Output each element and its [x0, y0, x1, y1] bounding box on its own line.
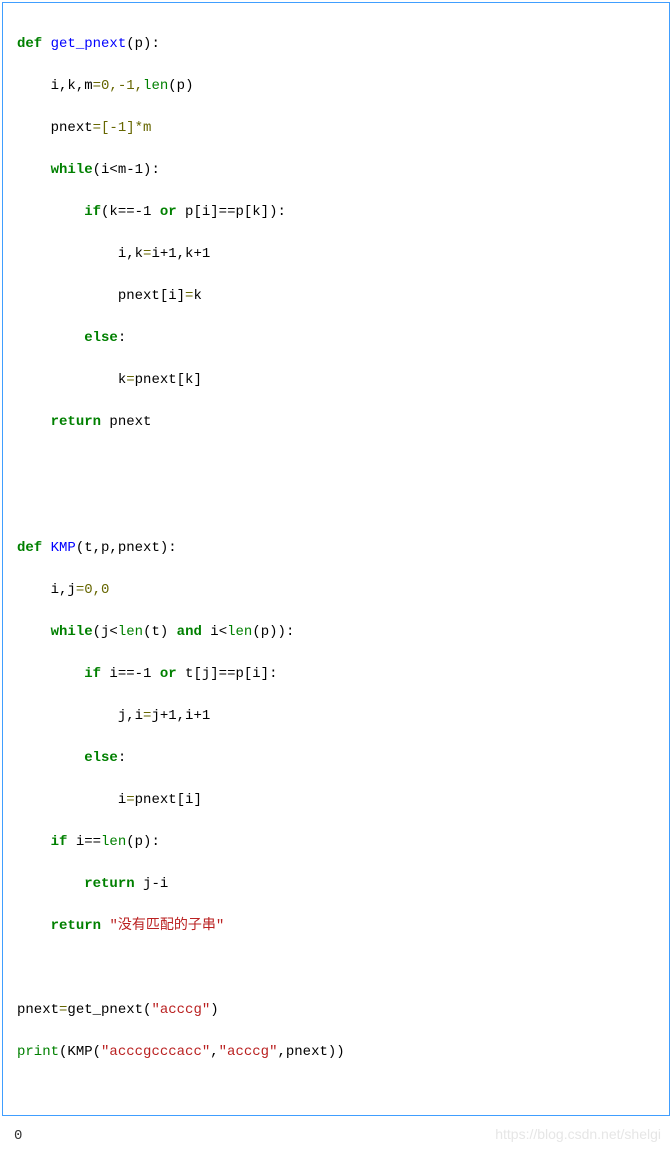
code-line: i,k=i+1,k+1 — [17, 244, 655, 265]
code-line: i,k,m=0,-1,len(p) — [17, 76, 655, 97]
keyword-else: else — [84, 330, 118, 346]
code-line: i=pnext[i] — [17, 790, 655, 811]
keyword-if: if — [84, 666, 101, 682]
output-text: 0 — [0, 1118, 672, 1155]
string-literal: "没有匹配的子串" — [109, 918, 224, 934]
keyword-if: if — [84, 204, 101, 220]
code-line: return "没有匹配的子串" — [17, 916, 655, 937]
code-line: if i==len(p): — [17, 832, 655, 853]
keyword-return: return — [51, 918, 101, 934]
code-line: while(j<len(t) and i<len(p)): — [17, 622, 655, 643]
code-line: j,i=j+1,i+1 — [17, 706, 655, 727]
keyword-def: def — [17, 36, 51, 52]
code-line: return j-i — [17, 874, 655, 895]
keyword-or: or — [160, 666, 177, 682]
string-literal: "acccg" — [219, 1044, 278, 1060]
code-line: if i==-1 or t[j]==p[i]: — [17, 664, 655, 685]
code-line: k=pnext[k] — [17, 370, 655, 391]
blank-line — [17, 958, 655, 979]
string-literal: "acccg" — [151, 1002, 210, 1018]
keyword-while: while — [51, 162, 93, 178]
code-line: pnext=[-1]*m — [17, 118, 655, 139]
code-line: else: — [17, 748, 655, 769]
keyword-and: and — [177, 624, 202, 640]
function-name: KMP — [51, 540, 76, 556]
string-literal: "acccgcccacc" — [101, 1044, 210, 1060]
code-line: pnext=get_pnext("acccg") — [17, 1000, 655, 1021]
keyword-return: return — [51, 414, 101, 430]
code-line: def KMP(t,p,pnext): — [17, 538, 655, 559]
code-block: def get_pnext(p): i,k,m=0,-1,len(p) pnex… — [2, 2, 670, 1116]
code-line: else: — [17, 328, 655, 349]
keyword-return: return — [84, 876, 134, 892]
code-line: pnext[i]=k — [17, 286, 655, 307]
code-line: print(KMP("acccgcccacc","acccg",pnext)) — [17, 1042, 655, 1063]
blank-line — [17, 496, 655, 517]
code-line: def get_pnext(p): — [17, 34, 655, 55]
function-name: get_pnext — [51, 36, 127, 52]
code-line: if(k==-1 or p[i]==p[k]): — [17, 202, 655, 223]
keyword-else: else — [84, 750, 118, 766]
code-line: while(i<m-1): — [17, 160, 655, 181]
keyword-while: while — [51, 624, 93, 640]
blank-line — [17, 454, 655, 475]
keyword-or: or — [160, 204, 177, 220]
code-line: return pnext — [17, 412, 655, 433]
code-line: i,j=0,0 — [17, 580, 655, 601]
keyword-def: def — [17, 540, 51, 556]
keyword-if: if — [51, 834, 68, 850]
